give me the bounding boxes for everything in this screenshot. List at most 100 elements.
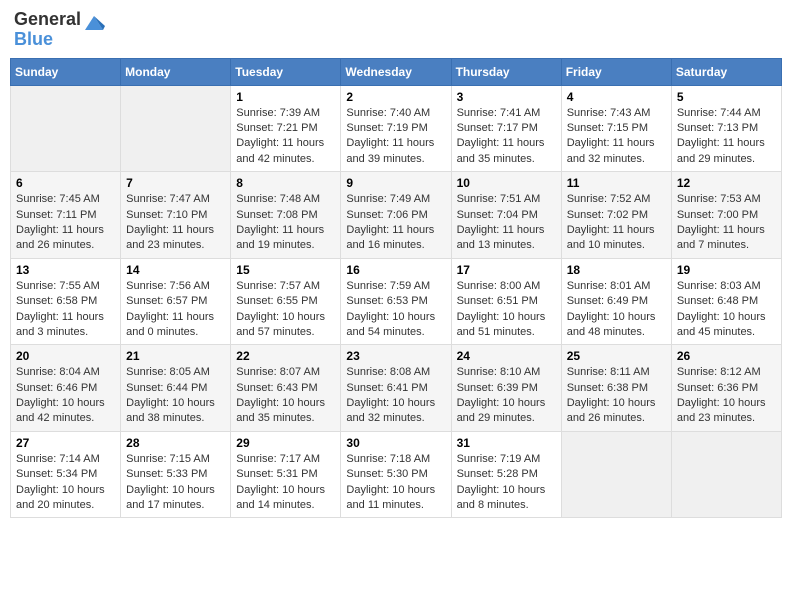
day-number: 31: [457, 436, 556, 450]
weekday-header-friday: Friday: [561, 58, 671, 85]
logo-general: General: [14, 10, 81, 30]
cell-content: Sunrise: 8:03 AMSunset: 6:48 PMDaylight:…: [677, 279, 776, 341]
cell-content: Sunrise: 7:39 AMSunset: 7:21 PMDaylight:…: [236, 106, 335, 168]
cell-content: Sunrise: 7:57 AMSunset: 6:55 PMDaylight:…: [236, 279, 335, 341]
calendar-cell: [11, 85, 121, 172]
calendar-cell: [561, 431, 671, 518]
weekday-header-tuesday: Tuesday: [231, 58, 341, 85]
calendar-cell: 22 Sunrise: 8:07 AMSunset: 6:43 PMDayligh…: [231, 345, 341, 432]
calendar-cell: 9Sunrise: 7:49 AMSunset: 7:06 PMDaylight…: [341, 172, 451, 259]
cell-content: Sunrise: 7:45 AMSunset: 7:11 PMDaylight:…: [16, 192, 115, 254]
calendar-cell: 24Sunrise: 8:10 AMSunset: 6:39 PMDayligh…: [451, 345, 561, 432]
calendar-cell: 30 Sunrise: 7:18 AMSunset: 5:30 PMDayligh…: [341, 431, 451, 518]
calendar-cell: 16 Sunrise: 7:59 AMSunset: 6:53 PMDayligh…: [341, 258, 451, 345]
cell-content: Sunrise: 8:10 AMSunset: 6:39 PMDaylight:…: [457, 365, 556, 427]
cell-content: Sunrise: 7:47 AMSunset: 7:10 PMDaylight:…: [126, 192, 225, 254]
cell-content: Sunrise: 7:56 AMSunset: 6:57 PMDaylight:…: [126, 279, 225, 341]
cell-content: Sunrise: 7:19 AMSunset: 5:28 PMDaylight:…: [457, 452, 556, 514]
calendar-cell: 7 Sunrise: 7:47 AMSunset: 7:10 PMDaylight…: [121, 172, 231, 259]
calendar-cell: 11Sunrise: 7:52 AMSunset: 7:02 PMDayligh…: [561, 172, 671, 259]
cell-content: Sunrise: 7:44 AMSunset: 7:13 PMDaylight:…: [677, 106, 776, 168]
calendar-cell: 13 Sunrise: 7:55 AMSunset: 6:58 PMDayligh…: [11, 258, 121, 345]
day-number: 17: [457, 263, 556, 277]
weekday-header-thursday: Thursday: [451, 58, 561, 85]
calendar-cell: 26Sunrise: 8:12 AMSunset: 6:36 PMDayligh…: [671, 345, 781, 432]
cell-content: Sunrise: 8:00 AMSunset: 6:51 PMDaylight:…: [457, 279, 556, 341]
day-number: 19: [677, 263, 776, 277]
weekday-header-sunday: Sunday: [11, 58, 121, 85]
day-number: 15: [236, 263, 335, 277]
calendar-cell: 23Sunrise: 8:08 AMSunset: 6:41 PMDayligh…: [341, 345, 451, 432]
calendar-cell: 27 Sunrise: 7:14 AMSunset: 5:34 PMDayligh…: [11, 431, 121, 518]
calendar-cell: 31 Sunrise: 7:19 AMSunset: 5:28 PMDayligh…: [451, 431, 561, 518]
cell-content: Sunrise: 8:04 AMSunset: 6:46 PMDaylight:…: [16, 365, 115, 427]
weekday-header-saturday: Saturday: [671, 58, 781, 85]
day-number: 27: [16, 436, 115, 450]
calendar-cell: 17 Sunrise: 8:00 AMSunset: 6:51 PMDayligh…: [451, 258, 561, 345]
day-number: 12: [677, 176, 776, 190]
day-number: 16: [346, 263, 445, 277]
calendar-cell: 29 Sunrise: 7:17 AMSunset: 5:31 PMDayligh…: [231, 431, 341, 518]
day-number: 21: [126, 349, 225, 363]
calendar-cell: [671, 431, 781, 518]
day-number: 20: [16, 349, 115, 363]
calendar-cell: 8 Sunrise: 7:48 AMSunset: 7:08 PMDaylight…: [231, 172, 341, 259]
day-number: 6: [16, 176, 115, 190]
calendar-cell: 21 Sunrise: 8:05 AMSunset: 6:44 PMDayligh…: [121, 345, 231, 432]
cell-content: Sunrise: 7:15 AMSunset: 5:33 PMDaylight:…: [126, 452, 225, 514]
cell-content: Sunrise: 7:49 AMSunset: 7:06 PMDaylight:…: [346, 192, 445, 254]
day-number: 29: [236, 436, 335, 450]
day-number: 8: [236, 176, 335, 190]
calendar-cell: 4Sunrise: 7:43 AMSunset: 7:15 PMDaylight…: [561, 85, 671, 172]
day-number: 14: [126, 263, 225, 277]
calendar-cell: 20 Sunrise: 8:04 AMSunset: 6:46 PMDayligh…: [11, 345, 121, 432]
day-number: 5: [677, 90, 776, 104]
cell-content: Sunrise: 8:12 AMSunset: 6:36 PMDaylight:…: [677, 365, 776, 427]
day-number: 22: [236, 349, 335, 363]
calendar-table: SundayMondayTuesdayWednesdayThursdayFrid…: [10, 58, 782, 519]
day-number: 10: [457, 176, 556, 190]
calendar-cell: 5 Sunrise: 7:44 AMSunset: 7:13 PMDaylight…: [671, 85, 781, 172]
calendar-cell: 19 Sunrise: 8:03 AMSunset: 6:48 PMDayligh…: [671, 258, 781, 345]
cell-content: Sunrise: 8:08 AMSunset: 6:41 PMDaylight:…: [346, 365, 445, 427]
weekday-header-wednesday: Wednesday: [341, 58, 451, 85]
day-number: 7: [126, 176, 225, 190]
day-number: 2: [346, 90, 445, 104]
day-number: 18: [567, 263, 666, 277]
cell-content: Sunrise: 7:48 AMSunset: 7:08 PMDaylight:…: [236, 192, 335, 254]
calendar-cell: 12Sunrise: 7:53 AMSunset: 7:00 PMDayligh…: [671, 172, 781, 259]
cell-content: Sunrise: 7:51 AMSunset: 7:04 PMDaylight:…: [457, 192, 556, 254]
cell-content: Sunrise: 7:40 AMSunset: 7:19 PMDaylight:…: [346, 106, 445, 168]
cell-content: Sunrise: 7:55 AMSunset: 6:58 PMDaylight:…: [16, 279, 115, 341]
day-number: 4: [567, 90, 666, 104]
cell-content: Sunrise: 7:18 AMSunset: 5:30 PMDaylight:…: [346, 452, 445, 514]
cell-content: Sunrise: 7:17 AMSunset: 5:31 PMDaylight:…: [236, 452, 335, 514]
cell-content: Sunrise: 8:05 AMSunset: 6:44 PMDaylight:…: [126, 365, 225, 427]
day-number: 3: [457, 90, 556, 104]
page-header: General Blue: [10, 10, 782, 50]
calendar-week-row: 20 Sunrise: 8:04 AMSunset: 6:46 PMDayligh…: [11, 345, 782, 432]
calendar-cell: 25Sunrise: 8:11 AMSunset: 6:38 PMDayligh…: [561, 345, 671, 432]
day-number: 11: [567, 176, 666, 190]
calendar-cell: [121, 85, 231, 172]
day-number: 1: [236, 90, 335, 104]
cell-content: Sunrise: 7:59 AMSunset: 6:53 PMDaylight:…: [346, 279, 445, 341]
calendar-cell: 28 Sunrise: 7:15 AMSunset: 5:33 PMDayligh…: [121, 431, 231, 518]
cell-content: Sunrise: 7:14 AMSunset: 5:34 PMDaylight:…: [16, 452, 115, 514]
weekday-header-monday: Monday: [121, 58, 231, 85]
calendar-cell: 6 Sunrise: 7:45 AMSunset: 7:11 PMDaylight…: [11, 172, 121, 259]
cell-content: Sunrise: 8:07 AMSunset: 6:43 PMDaylight:…: [236, 365, 335, 427]
weekday-header-row: SundayMondayTuesdayWednesdayThursdayFrid…: [11, 58, 782, 85]
calendar-cell: 14 Sunrise: 7:56 AMSunset: 6:57 PMDayligh…: [121, 258, 231, 345]
calendar-week-row: 6 Sunrise: 7:45 AMSunset: 7:11 PMDaylight…: [11, 172, 782, 259]
calendar-cell: 10 Sunrise: 7:51 AMSunset: 7:04 PMDayligh…: [451, 172, 561, 259]
day-number: 28: [126, 436, 225, 450]
day-number: 30: [346, 436, 445, 450]
day-number: 13: [16, 263, 115, 277]
logo-text: General Blue: [14, 10, 81, 50]
calendar-week-row: 27 Sunrise: 7:14 AMSunset: 5:34 PMDayligh…: [11, 431, 782, 518]
calendar-week-row: 13 Sunrise: 7:55 AMSunset: 6:58 PMDayligh…: [11, 258, 782, 345]
calendar-cell: 15 Sunrise: 7:57 AMSunset: 6:55 PMDayligh…: [231, 258, 341, 345]
calendar-cell: 2 Sunrise: 7:40 AMSunset: 7:19 PMDaylight…: [341, 85, 451, 172]
cell-content: Sunrise: 8:01 AMSunset: 6:49 PMDaylight:…: [567, 279, 666, 341]
